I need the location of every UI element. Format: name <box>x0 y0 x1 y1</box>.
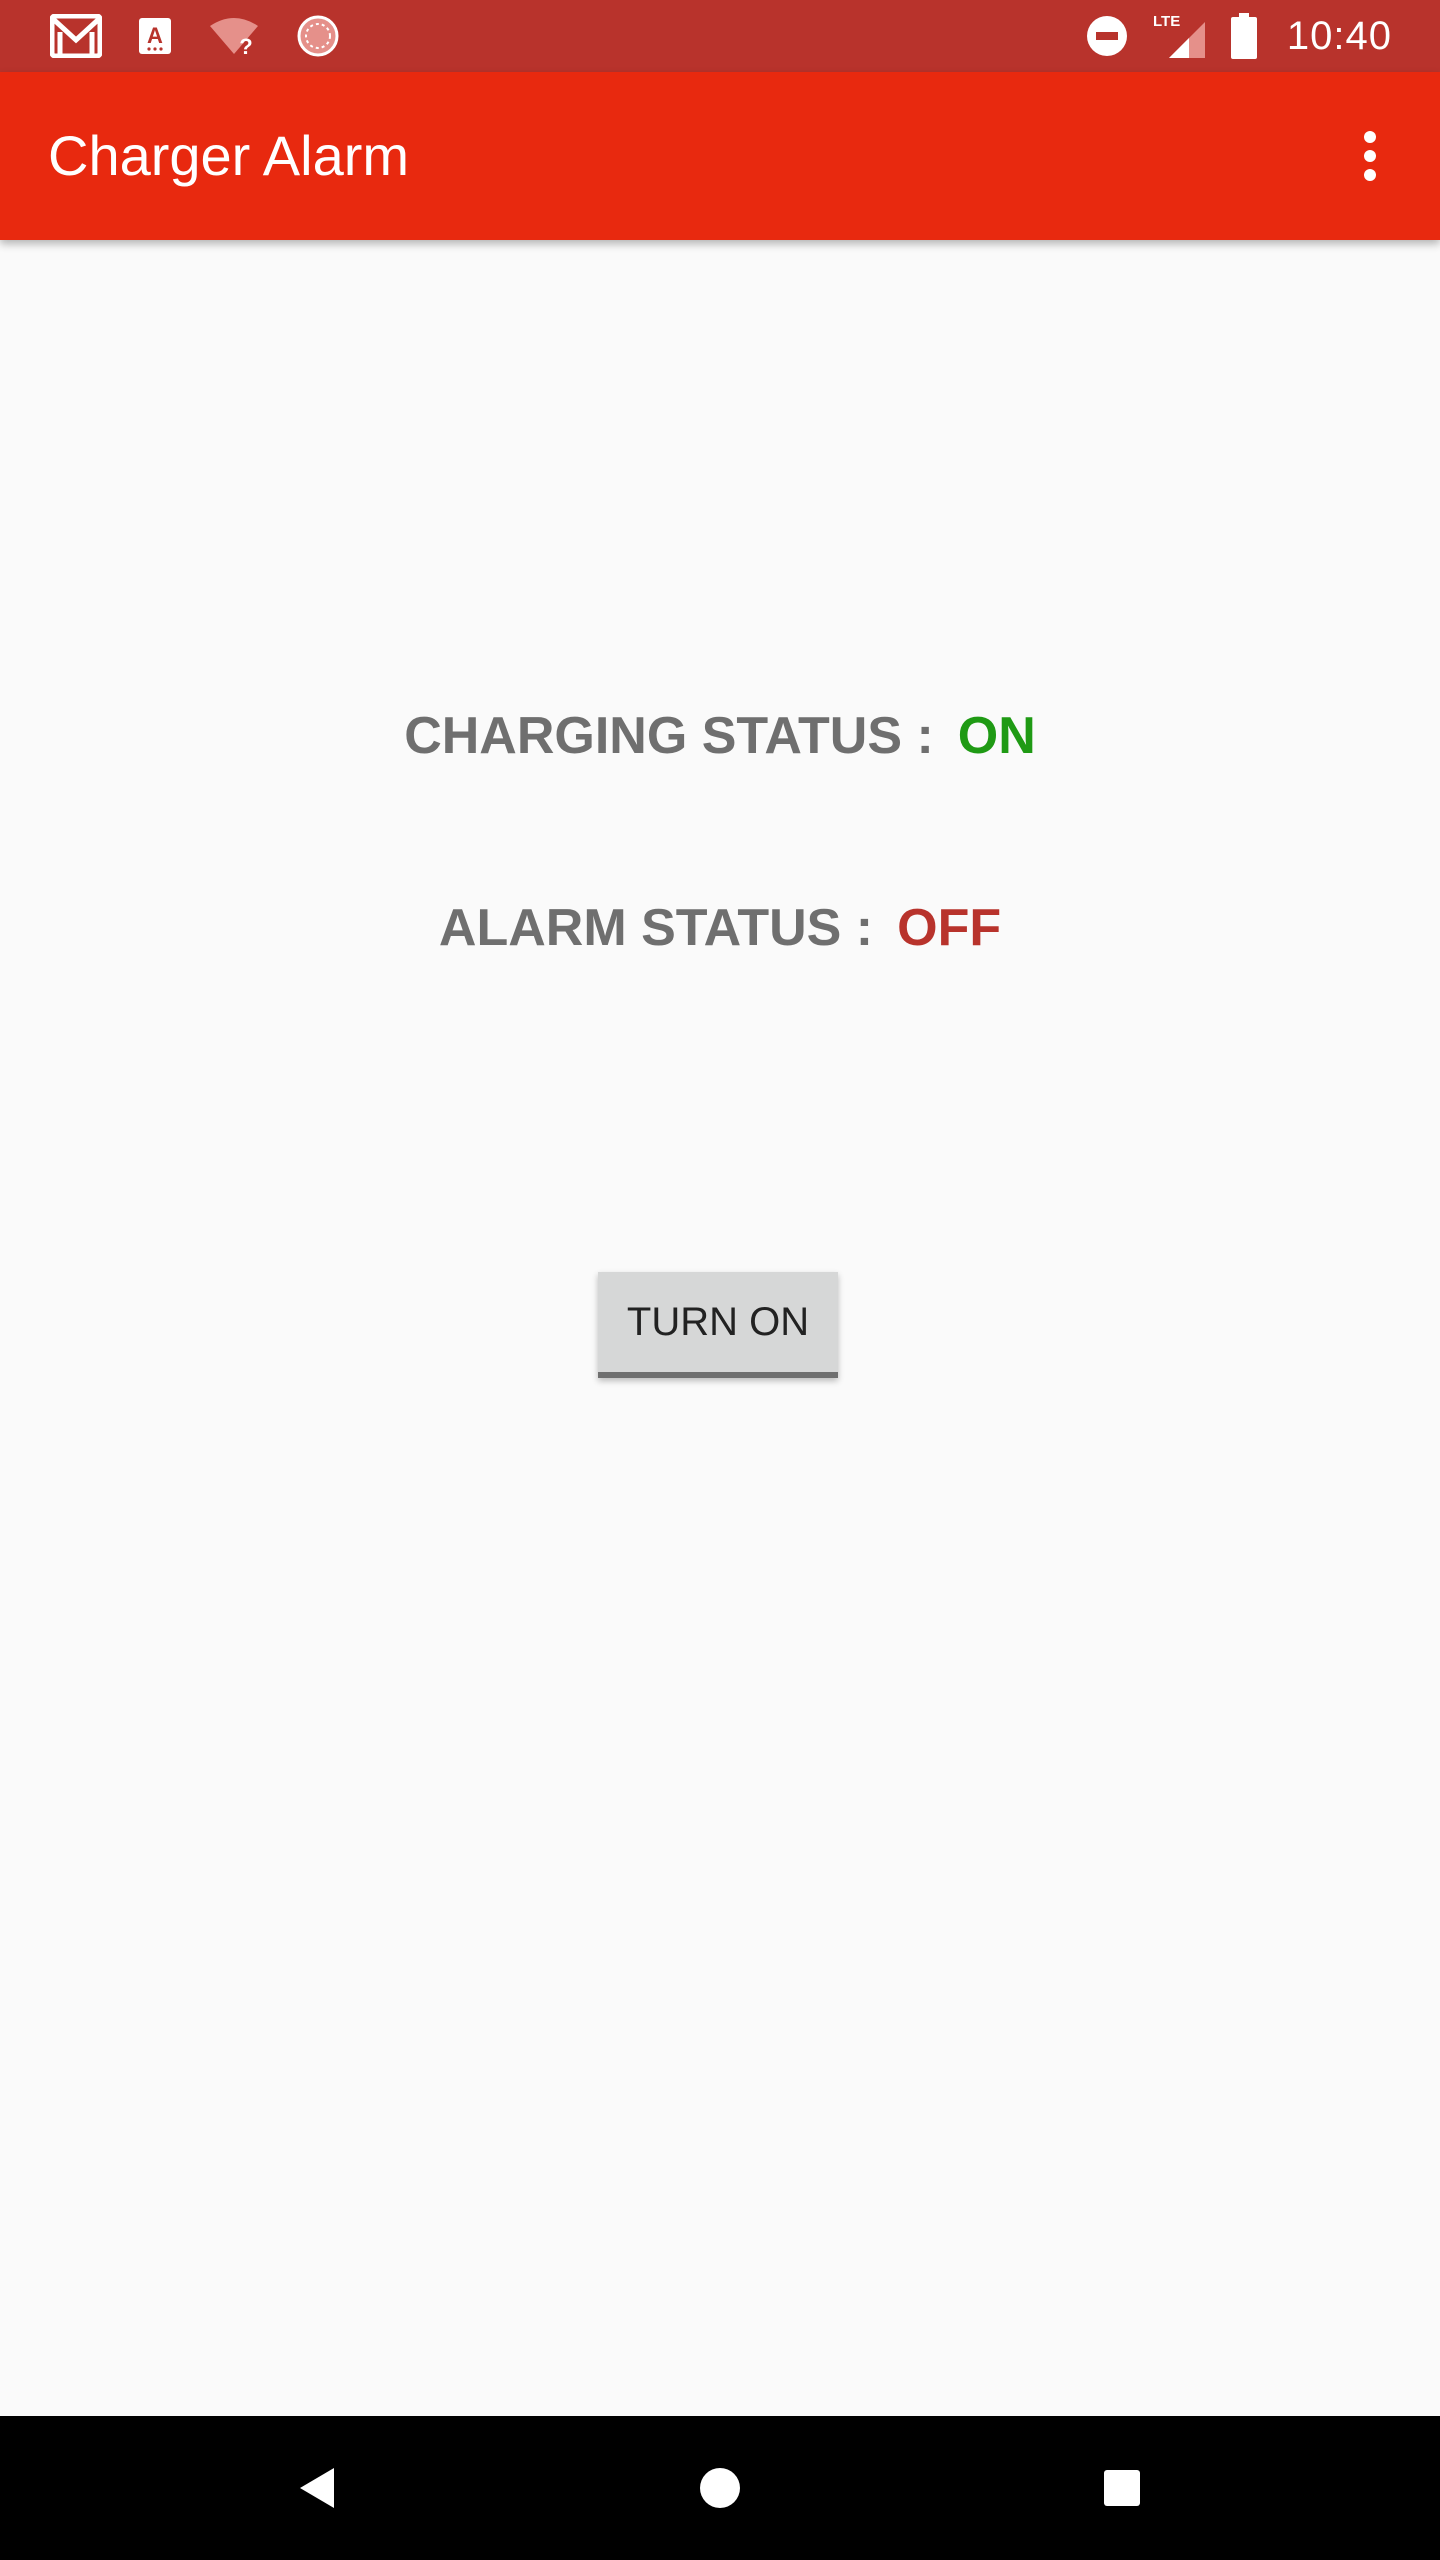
gmail-icon <box>50 14 102 58</box>
app-bar: Charger Alarm <box>0 72 1440 240</box>
charging-status-value: ON <box>957 707 1036 765</box>
more-vert-icon <box>1364 131 1376 181</box>
alarm-status-label: ALARM STATUS : <box>438 899 874 957</box>
home-icon <box>700 2468 740 2508</box>
recents-button[interactable] <box>1042 2416 1202 2560</box>
status-clock: 10:40 <box>1286 13 1392 58</box>
more-options-button[interactable] <box>1330 116 1410 196</box>
charging-status-label: CHARGING STATUS : <box>404 707 934 765</box>
svg-text:A: A <box>147 23 163 48</box>
alarm-status-value: OFF <box>897 899 1002 957</box>
svg-text:?: ? <box>239 34 252 56</box>
charging-status-row: CHARGING STATUS : ON <box>0 706 1440 766</box>
notification-icons: A ? <box>50 12 340 60</box>
lte-signal-icon: LTE <box>1151 12 1209 60</box>
app-title: Charger Alarm <box>48 124 410 187</box>
do-not-disturb-icon <box>1085 14 1129 58</box>
recents-icon <box>1104 2470 1140 2506</box>
network-type-label: LTE <box>1153 13 1180 30</box>
battery-icon <box>1230 13 1257 59</box>
back-icon <box>300 2468 334 2508</box>
home-button[interactable] <box>640 2416 800 2560</box>
status-bar: A ? LTE 10:40 <box>0 0 1440 72</box>
system-icons: LTE 10:40 <box>1085 10 1392 62</box>
back-button[interactable] <box>238 2416 398 2560</box>
translate-icon: A <box>138 17 172 55</box>
screen: A ? LTE 10:40 Charger Alarm CHARGING STA… <box>0 0 1440 2560</box>
turn-on-button[interactable]: TURN ON <box>598 1272 838 1378</box>
wifi-unknown-icon: ? <box>208 16 260 56</box>
navigation-bar <box>0 2416 1440 2560</box>
sync-icon <box>296 14 340 58</box>
alarm-status-row: ALARM STATUS : OFF <box>0 898 1440 958</box>
